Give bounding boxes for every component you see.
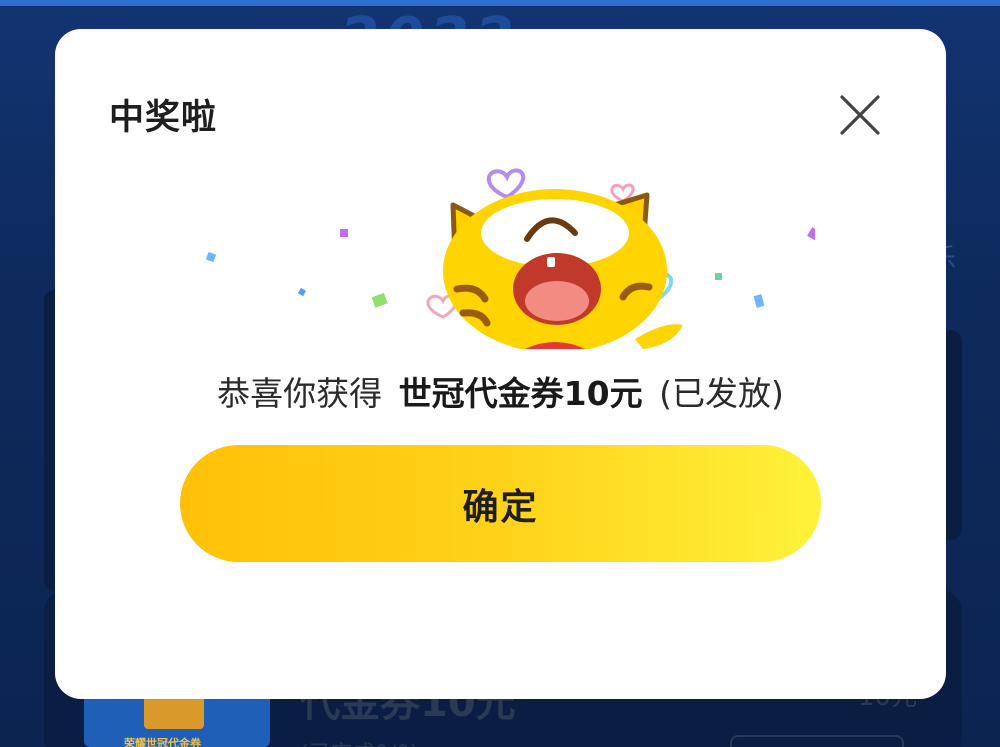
tiger-mascot-illustration (195, 149, 815, 349)
tiger-mascot-icon (205, 168, 815, 349)
message-prefix: 恭喜你获得 (217, 374, 383, 413)
prize-dialog: 中奖啦 恭喜你获得 世冠代金券10元 (已发放) 确定 (55, 29, 946, 699)
close-button[interactable] (836, 91, 884, 139)
prize-message: 恭喜你获得 世冠代金券10元 (已发放) (55, 367, 946, 415)
prize-status: (已发放) (659, 374, 784, 413)
modal-overlay: 中奖啦 恭喜你获得 世冠代金券10元 (已发放) 确定 (0, 0, 1000, 747)
dialog-title: 中奖啦 (109, 98, 218, 138)
close-icon (840, 95, 880, 135)
confirm-button[interactable]: 确定 (180, 445, 821, 562)
prize-name: 世冠代金券10元 (398, 374, 643, 413)
confirm-button-label: 确定 (462, 485, 539, 527)
